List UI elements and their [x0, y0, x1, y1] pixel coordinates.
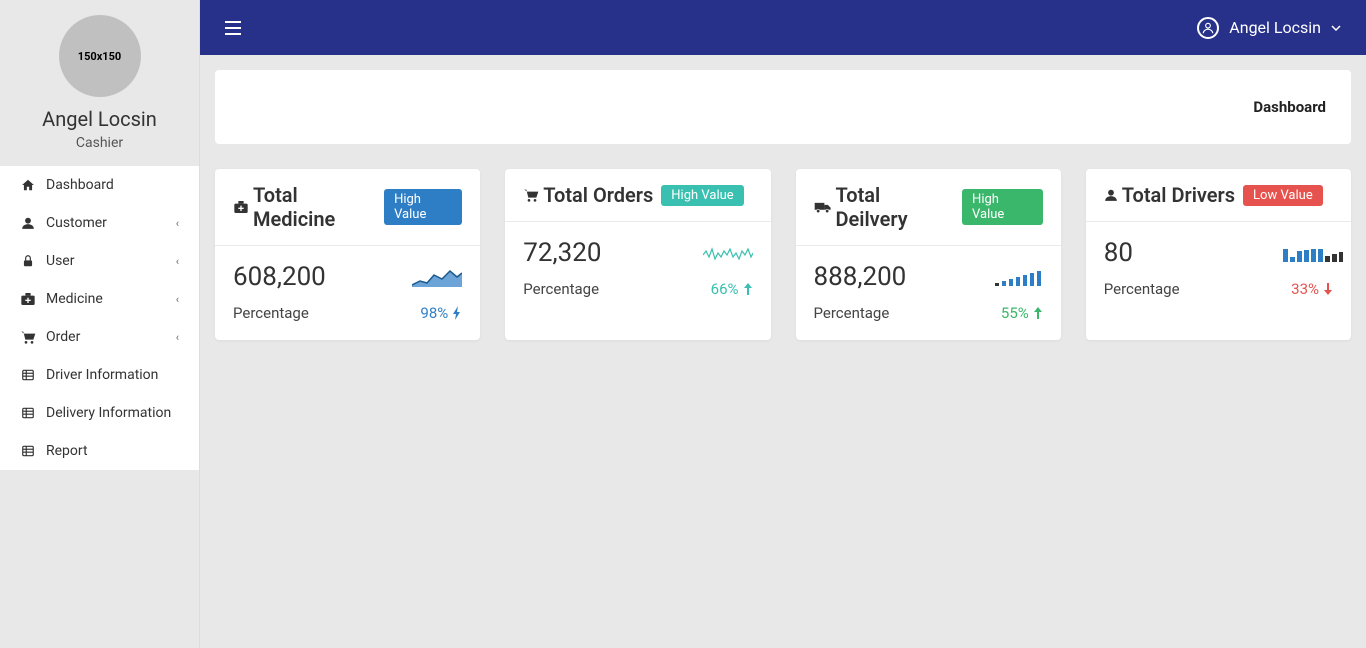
sidebar-item-driver-information[interactable]: Driver Information — [0, 356, 199, 394]
stat-value: 72,320 — [523, 238, 601, 268]
sidebar-item-user[interactable]: User ‹ — [0, 242, 199, 280]
chevron-left-icon: ‹ — [176, 331, 179, 344]
sparkline — [412, 267, 462, 287]
sparkline — [703, 243, 753, 263]
sidebar-item-label: Driver Information — [46, 367, 158, 383]
stat-value: 608,200 — [233, 262, 326, 292]
chevron-left-icon: ‹ — [176, 217, 179, 230]
stat-percentage: 33% — [1291, 280, 1333, 298]
avatar: 150x150 — [59, 15, 141, 97]
chevron-left-icon: ‹ — [176, 293, 179, 306]
cart-icon — [523, 188, 539, 202]
chevron-left-icon: ‹ — [176, 255, 179, 268]
stat-percentage-label: Percentage — [523, 280, 599, 298]
stat-value: 80 — [1104, 238, 1133, 268]
stat-header: Total MedicineHigh Value — [215, 169, 480, 246]
home-icon — [20, 178, 36, 192]
stat-badge: High Value — [661, 185, 743, 206]
sidebar-nav: Dashboard Customer ‹ User ‹ Medicine ‹ Order ‹ Dr… — [0, 166, 199, 470]
stat-body: 72,320 Percentage 66% — [505, 222, 770, 316]
stat-body: 888,200 Percentage 55% — [796, 246, 1061, 340]
hamburger-icon[interactable] — [225, 21, 241, 35]
stat-percentage-label: Percentage — [233, 304, 309, 322]
stat-badge: High Value — [962, 189, 1043, 225]
user-icon — [1104, 188, 1118, 202]
list-icon — [20, 406, 36, 420]
stat-title: Total Medicine — [253, 183, 376, 231]
stat-badge: Low Value — [1243, 185, 1323, 206]
cart-icon — [20, 330, 36, 344]
stat-percentage-label: Percentage — [1104, 280, 1180, 298]
stat-percentage: 98% — [420, 304, 462, 322]
profile-name: Angel Locsin — [0, 107, 199, 131]
sparkline — [993, 267, 1043, 287]
stats-row: Total MedicineHigh Value608,200Percentag… — [215, 169, 1351, 340]
trend-icon — [1323, 283, 1333, 295]
stat-percentage: 55% — [1001, 304, 1043, 322]
content: Dashboard Total MedicineHigh Value608,20… — [200, 55, 1366, 355]
sidebar-item-label: Report — [46, 443, 88, 459]
medkit-icon — [233, 200, 249, 214]
stat-card-total-deilvery: Total DeilveryHigh Value 888,200 Percentag… — [796, 169, 1061, 340]
stat-title: Total Orders — [543, 183, 653, 207]
sidebar-item-label: Dashboard — [46, 177, 114, 193]
topbar-user-name: Angel Locsin — [1229, 18, 1321, 37]
user-icon — [20, 216, 36, 230]
sidebar-item-customer[interactable]: Customer ‹ — [0, 204, 199, 242]
sparkline — [1283, 243, 1333, 263]
sidebar-item-order[interactable]: Order ‹ — [0, 318, 199, 356]
trend-icon — [1033, 307, 1043, 319]
topbar: Angel Locsin — [200, 0, 1366, 55]
stat-percentage-label: Percentage — [814, 304, 890, 322]
sidebar-item-label: Order — [46, 329, 80, 345]
sidebar-item-medicine[interactable]: Medicine ‹ — [0, 280, 199, 318]
profile-role: Cashier — [0, 135, 199, 151]
sidebar-item-delivery-information[interactable]: Delivery Information — [0, 394, 199, 432]
stat-body: 80 Percentage 33% — [1086, 222, 1351, 316]
stat-value: 888,200 — [814, 262, 907, 292]
lock-icon — [20, 254, 36, 268]
medkit-icon — [20, 292, 36, 306]
trend-icon — [743, 283, 753, 295]
stat-percentage: 66% — [711, 280, 753, 298]
stat-card-total-orders: Total Orders High Value 72,320 Percentage 66… — [505, 169, 770, 340]
user-icon — [1197, 17, 1219, 39]
sidebar-item-label: Customer — [46, 215, 107, 231]
sidebar-item-dashboard[interactable]: Dashboard — [0, 166, 199, 204]
stat-title: Total Drivers — [1122, 183, 1235, 207]
breadcrumb: Dashboard — [215, 70, 1351, 144]
sidebar: 150x150 Angel Locsin Cashier Dashboard Cu… — [0, 0, 200, 648]
chevron-down-icon — [1331, 25, 1341, 31]
sidebar-item-label: Medicine — [46, 291, 103, 307]
stat-title: Total Deilvery — [836, 183, 955, 231]
sidebar-item-report[interactable]: Report — [0, 432, 199, 470]
stat-card-total-drivers: Total Drivers Low Value 80 Percentage 33% — [1086, 169, 1351, 340]
list-icon — [20, 368, 36, 382]
stat-header: Total Drivers Low Value — [1086, 169, 1351, 222]
sidebar-item-label: User — [46, 253, 74, 269]
stat-card-total-medicine: Total MedicineHigh Value 608,200 Percentag… — [215, 169, 480, 340]
stat-header: Total Orders High Value — [505, 169, 770, 222]
trend-icon — [452, 306, 462, 320]
truck-icon — [814, 200, 832, 214]
profile-section: 150x150 Angel Locsin Cashier — [0, 0, 199, 166]
stat-badge: High Value — [384, 189, 462, 225]
stat-body: 608,200 Percentage 98% — [215, 246, 480, 340]
list-icon — [20, 444, 36, 458]
main-area: Angel Locsin Dashboard Total MedicineHig… — [200, 0, 1366, 648]
user-dropdown[interactable]: Angel Locsin — [1197, 17, 1341, 39]
stat-header: Total DeilveryHigh Value — [796, 169, 1061, 246]
sidebar-item-label: Delivery Information — [46, 405, 171, 421]
